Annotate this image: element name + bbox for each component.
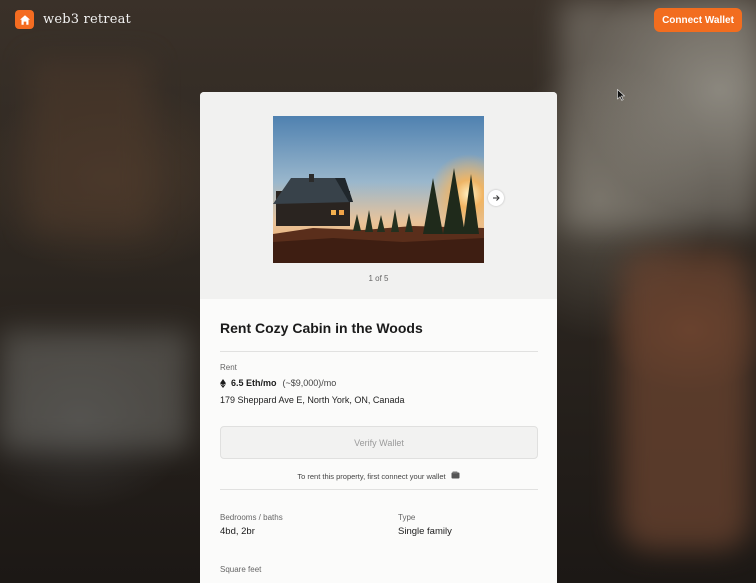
divider (220, 351, 538, 352)
listing-title: Rent Cozy Cabin in the Woods (220, 320, 423, 336)
price-usd: (~$9,000)/mo (282, 378, 337, 388)
connect-hint: To rent this property, first connect you… (200, 471, 557, 481)
connect-hint-text: To rent this property, first connect you… (297, 471, 446, 481)
home-icon (15, 10, 34, 29)
wallet-icon (451, 471, 460, 481)
listing-photo (273, 116, 484, 263)
sqft-label: Square feet (220, 565, 262, 574)
rent-label: Rent (220, 363, 237, 372)
next-image-button[interactable] (488, 190, 504, 206)
app-name: web3 retreat (43, 12, 131, 27)
type-label: Type (398, 513, 416, 522)
image-counter: 1 of 5 (368, 274, 389, 283)
carousel: 1 of 5 (200, 92, 557, 299)
ethereum-icon (220, 378, 226, 388)
divider (220, 489, 538, 490)
price-row: 6.5 Eth/mo (~$9,000)/mo (220, 378, 336, 388)
connect-wallet-button[interactable]: Connect Wallet (654, 8, 742, 32)
bedrooms-value: 4bd, 2br (220, 526, 255, 537)
type-value: Single family (398, 526, 452, 537)
verify-wallet-button[interactable]: Verify Wallet (220, 426, 538, 459)
price-eth: 6.5 Eth/mo (231, 378, 277, 388)
listing-card: 1 of 5 Rent Cozy Cabin in the Woods Rent… (200, 92, 557, 583)
mouse-cursor-icon (617, 88, 626, 106)
bedrooms-label: Bedrooms / baths (220, 513, 283, 522)
listing-address: 179 Sheppard Ave E, North York, ON, Cana… (220, 395, 405, 405)
logo[interactable]: web3 retreat (15, 10, 131, 29)
arrow-right-icon (493, 195, 500, 201)
